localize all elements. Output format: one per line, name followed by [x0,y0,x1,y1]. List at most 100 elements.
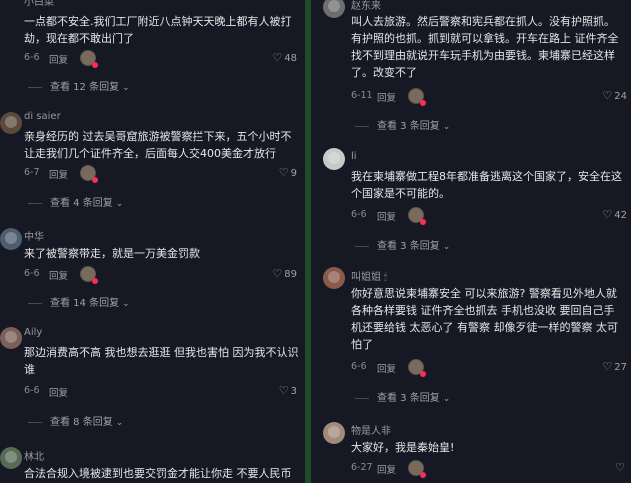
comment-date: 6-11 [351,90,373,101]
chevron-down-icon: ⌄ [442,122,451,132]
comment-username[interactable]: 叫姐姐 🕯 [351,268,387,283]
avatar[interactable] [323,148,345,170]
comment-date: 6-6 [351,209,367,220]
like-button[interactable]: ♡ 27 [602,360,627,373]
comment-text: 我在柬埔寨做工程8年都准备逃离这个国家了，安全在这个国家是不可能的。 [351,170,622,200]
reply-button[interactable]: 回复 [377,361,396,375]
comment-panel-left: 小白菜 一点都不安全.我们工厂附近八点钟天天晚上都有人被打劫，现在都不敢出门了 … [0,0,305,483]
view-replies-label: 查看 4 条回复 [50,198,113,209]
view-replies-label: 查看 3 条回复 [377,121,440,132]
comment-text: 大家好，我是秦始皇! [351,441,455,454]
reply-button[interactable]: 回复 [377,209,396,223]
like-count: 3 [290,386,297,397]
comment-date: 6-6 [24,268,40,279]
comment-text: 叫人去旅游。然后警察和宪兵都在抓人。没有护照抓。有护照的也抓。抓到就可以拿钱。开… [351,15,619,79]
like-count: 9 [290,168,297,179]
reply-button[interactable]: 回复 [49,385,68,399]
reply-button[interactable]: 回复 [377,462,396,476]
view-replies-label: 查看 8 条回复 [50,417,113,428]
divider-line [28,421,42,423]
comment-username[interactable]: 林北 [24,448,44,463]
chevron-down-icon: ⌄ [115,199,124,209]
reply-button[interactable]: 回复 [377,90,396,104]
comment-username[interactable]: Aily [24,327,42,338]
avatar[interactable] [323,267,345,289]
comment-username[interactable]: 赵东来 [351,0,381,12]
reply-button[interactable]: 回复 [49,167,68,181]
view-replies-button[interactable]: 查看 4 条回复 ⌄ [28,194,123,209]
comment-date: 6-6 [24,385,40,396]
heart-icon: ♡ [272,51,283,64]
chevron-down-icon: ⌄ [442,394,451,404]
divider-line [28,302,42,304]
comment-username[interactable]: di saier [24,111,61,122]
chevron-down-icon: ⌄ [122,83,130,93]
like-count: 48 [284,53,297,64]
divider-line [355,125,369,127]
divider-line [28,86,42,88]
comment-username[interactable]: 物是人非 [351,422,391,437]
comment-date: 6-6 [24,52,40,63]
heart-icon: ♡ [602,360,613,373]
chevron-down-icon: ⌄ [115,418,124,428]
like-button[interactable]: ♡ 42 [602,208,627,221]
like-button[interactable]: ♡ 89 [272,267,297,280]
like-button[interactable]: ♡ [615,461,627,474]
avatar[interactable] [0,327,22,349]
reply-button[interactable]: 回复 [49,268,68,282]
view-replies-button[interactable]: 查看 3 条回复 ⌄ [355,237,450,252]
like-count: 27 [614,362,627,373]
view-replies-button[interactable]: 查看 3 条回复 ⌄ [355,117,450,132]
divider-line [28,202,42,204]
like-count: 89 [284,269,297,280]
author-avatar-icon [408,460,426,478]
heart-icon: ♡ [615,461,625,474]
author-avatar-icon [408,88,426,106]
author-avatar-icon [408,207,426,225]
reply-button[interactable]: 回复 [49,52,68,66]
comment-text: 一点都不安全.我们工厂附近八点钟天天晚上都有人被打劫，现在都不敢出门了 [24,15,292,45]
comment-date: 6-27 [351,462,373,473]
chevron-down-icon: ⌄ [442,242,451,252]
view-replies-label: 查看 3 条回复 [377,393,440,404]
chevron-down-icon: ⌄ [122,299,130,309]
comment-text: 来了被警察带走，就是一万美金罚款 [24,247,200,260]
comment-text: 合法合规入境被逮到也要交罚金才能让你走 不要人民币 [24,467,292,480]
comment-text: 那边消费高不高 我也想去逛逛 但我也害怕 因为我不认识谁 [24,346,299,376]
comment-username[interactable]: 小白菜 [24,0,54,8]
comment-username[interactable]: li [351,151,357,162]
view-replies-label: 查看 3 条回复 [377,241,440,252]
avatar[interactable] [0,447,22,469]
like-button[interactable]: ♡ 9 [279,166,297,179]
comment-date: 6-6 [351,361,367,372]
heart-icon: ♡ [278,166,289,179]
author-avatar-icon [80,266,98,284]
comment-date: 6-7 [24,167,40,178]
view-replies-label: 查看 12 条回复 [50,82,120,93]
view-replies-label: 查看 14 条回复 [50,298,120,309]
view-replies-button[interactable]: 查看 3 条回复 ⌄ [355,389,450,404]
comment-text: 你好意思说柬埔寨安全 可以来旅游? 警察看见外地人就各种各样要钱 证件齐全也抓去… [351,287,618,351]
avatar[interactable] [323,0,345,18]
view-replies-button[interactable]: 查看 14 条回复 ⌄ [28,294,130,309]
like-button[interactable]: ♡ 24 [602,89,627,102]
divider-line [355,397,369,399]
like-button[interactable]: ♡ 48 [272,51,297,64]
comment-text: 亲身经历的 过去吴哥窟旅游被警察拦下来，五个小时不让走我们几个证件齐全，后面每人… [24,130,292,160]
avatar[interactable] [0,228,22,250]
author-avatar-icon [80,50,98,68]
view-replies-button[interactable]: 查看 8 条回复 ⌄ [28,413,123,428]
author-avatar-icon [408,359,426,377]
like-button[interactable]: ♡ 3 [279,384,297,397]
avatar[interactable] [323,422,345,444]
heart-icon: ♡ [278,384,289,397]
heart-icon: ♡ [602,89,613,102]
author-avatar-icon [80,165,98,183]
view-replies-button[interactable]: 查看 12 条回复 ⌄ [28,78,130,93]
divider-line [355,245,369,247]
like-count: 24 [614,91,627,102]
like-count: 42 [614,210,627,221]
comment-panel-right: 赵东来 叫人去旅游。然后警察和宪兵都在抓人。没有护照抓。有护照的也抓。抓到就可以… [311,0,631,483]
avatar[interactable] [0,112,22,134]
comment-username[interactable]: 中华 [24,228,44,243]
